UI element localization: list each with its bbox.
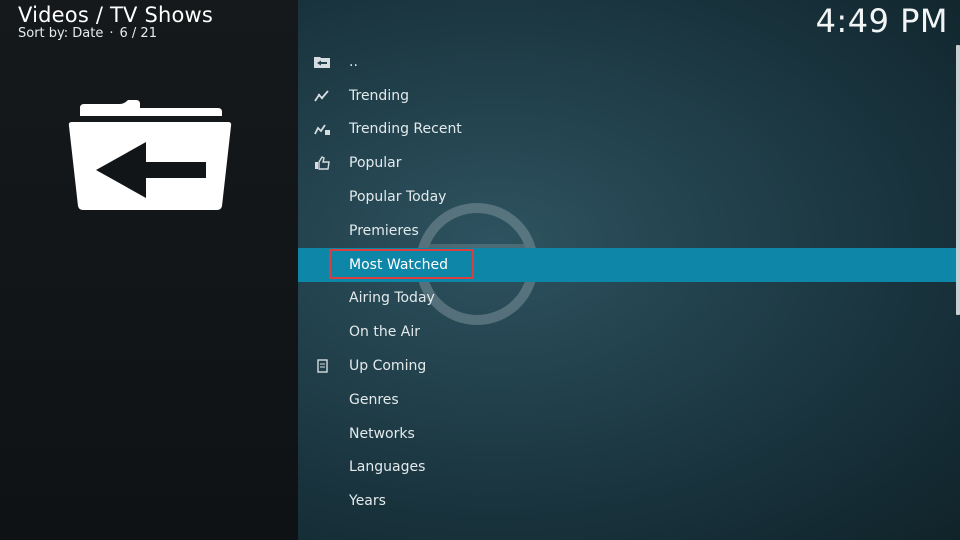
list-item-genres[interactable]: Genres xyxy=(298,383,956,417)
list-item-label: Years xyxy=(349,493,386,510)
folder-back-icon xyxy=(68,100,232,210)
clock: 4:49 PM xyxy=(815,2,948,40)
list-scrollbar[interactable] xyxy=(956,45,960,315)
list-item-parent-folder[interactable]: .. xyxy=(298,45,956,79)
sort-label[interactable]: Sort by: Date xyxy=(18,26,103,41)
list-item-label: Genres xyxy=(349,391,399,408)
thumbs-up-icon xyxy=(315,156,330,170)
list-item-label: Trending xyxy=(349,87,409,104)
list-item-label: Most Watched xyxy=(349,256,448,273)
list-item-label: Trending Recent xyxy=(349,121,462,138)
list-item-label: Premieres xyxy=(349,222,419,239)
list-item-most-watched[interactable]: Most Watched xyxy=(298,247,956,282)
list-item-years[interactable]: Years xyxy=(298,484,956,513)
list-item-networks[interactable]: Networks xyxy=(298,417,956,451)
list-item-popular[interactable]: Popular xyxy=(298,146,956,180)
list-item-popular-today[interactable]: Popular Today xyxy=(298,180,956,214)
item-position: 6 / 21 xyxy=(119,26,157,41)
list-item-label: On the Air xyxy=(349,324,420,341)
page-title: Videos / TV Shows xyxy=(18,3,214,27)
folder-back-icon xyxy=(314,56,330,68)
list-item-trending[interactable]: Trending xyxy=(298,79,956,113)
info-panel: Videos / TV Shows Sort by: Date · 6 / 21 xyxy=(0,0,298,540)
list-item-airing-today[interactable]: Airing Today xyxy=(298,282,956,316)
file-list: .. Trending Trending Recent Popular Popu… xyxy=(298,45,956,513)
list-item-up-coming[interactable]: Up Coming xyxy=(298,349,956,383)
list-item-label: Up Coming xyxy=(349,358,427,375)
list-item-label: Languages xyxy=(349,459,426,476)
list-item-label: Networks xyxy=(349,425,415,442)
kodi-window: Videos / TV Shows Sort by: Date · 6 / 21 4… xyxy=(0,0,960,540)
list-item-trending-recent[interactable]: Trending Recent xyxy=(298,113,956,147)
list-item-label: .. xyxy=(349,53,358,70)
list-item-on-the-air[interactable]: On the Air xyxy=(298,315,956,349)
list-item-label: Popular xyxy=(349,155,402,172)
list-item-label: Airing Today xyxy=(349,290,435,307)
sort-info: Sort by: Date · 6 / 21 xyxy=(18,26,157,41)
separator: · xyxy=(109,26,114,41)
file-list-panel: 4:49 PM .. Trending Trending Recent Popu… xyxy=(298,0,960,540)
list-item-label: Popular Today xyxy=(349,189,447,206)
calendar-icon xyxy=(317,359,328,373)
trending-recent-icon xyxy=(314,124,330,136)
trending-icon xyxy=(314,90,329,102)
list-item-languages[interactable]: Languages xyxy=(298,451,956,485)
list-item-premieres[interactable]: Premieres xyxy=(298,214,956,248)
